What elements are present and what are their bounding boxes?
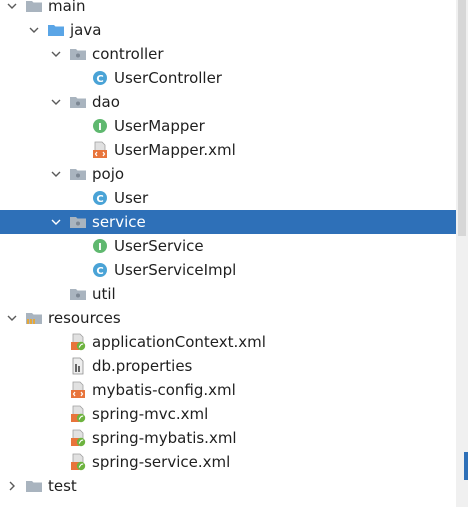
tree-row-label: UserMapper bbox=[114, 117, 205, 135]
tree-row-usercontroller[interactable]: C UserController bbox=[0, 66, 468, 90]
tree-row-applicationcontext-xml[interactable]: applicationContext.xml bbox=[0, 330, 468, 354]
tree-row-label: controller bbox=[92, 45, 164, 63]
tree-row-label: UserService bbox=[114, 237, 204, 255]
tree-row-label: util bbox=[92, 285, 116, 303]
tree-row-label: UserController bbox=[114, 69, 222, 87]
svg-text:C: C bbox=[96, 266, 103, 277]
package-icon bbox=[69, 165, 87, 183]
tree-row-usermapper-xml[interactable]: UserMapper.xml bbox=[0, 138, 468, 162]
package-icon bbox=[69, 93, 87, 111]
tree-row-dao[interactable]: dao bbox=[0, 90, 468, 114]
tree-row-label: spring-service.xml bbox=[92, 453, 231, 471]
spring-xml-icon bbox=[69, 429, 87, 447]
tree-row-pojo[interactable]: pojo bbox=[0, 162, 468, 186]
folder-icon bbox=[25, 0, 43, 15]
package-icon bbox=[69, 213, 87, 231]
gutter-marker bbox=[464, 452, 468, 480]
xml-file-icon bbox=[69, 381, 87, 399]
interface-icon: I bbox=[91, 117, 109, 135]
tree-row-usermapper[interactable]: I UserMapper bbox=[0, 114, 468, 138]
tree-row-userserviceimpl[interactable]: C UserServiceImpl bbox=[0, 258, 468, 282]
tree-row-spring-mvc-xml[interactable]: spring-mvc.xml bbox=[0, 402, 468, 426]
project-tree: main java controller C UserController da… bbox=[0, 0, 474, 507]
svg-text:C: C bbox=[96, 74, 103, 85]
tree-row-db-properties[interactable]: db.properties bbox=[0, 354, 468, 378]
tree-row-label: db.properties bbox=[92, 357, 193, 375]
tree-row-spring-service-xml[interactable]: spring-service.xml bbox=[0, 450, 468, 474]
chevron-down-icon[interactable] bbox=[27, 23, 41, 37]
tree-row-label: applicationContext.xml bbox=[92, 333, 266, 351]
properties-file-icon bbox=[69, 357, 87, 375]
tree-row-resources[interactable]: resources bbox=[0, 306, 468, 330]
chevron-down-icon[interactable] bbox=[49, 215, 63, 229]
tree-row-label: mybatis-config.xml bbox=[92, 381, 236, 399]
tree-row-test[interactable]: test bbox=[0, 474, 468, 498]
tree-row-label: main bbox=[48, 0, 86, 15]
spring-xml-icon bbox=[69, 453, 87, 471]
tree-row-label: UserServiceImpl bbox=[114, 261, 237, 279]
folder-icon bbox=[25, 477, 43, 495]
svg-text:C: C bbox=[96, 194, 103, 205]
xml-file-icon bbox=[91, 141, 109, 159]
tree-row-service[interactable]: service bbox=[0, 210, 468, 234]
tree-row-util[interactable]: util bbox=[0, 282, 468, 306]
tree-row-label: spring-mybatis.xml bbox=[92, 429, 237, 447]
tree-row-controller[interactable]: controller bbox=[0, 42, 468, 66]
chevron-down-icon[interactable] bbox=[5, 311, 19, 325]
tree-row-main[interactable]: main bbox=[0, 0, 468, 18]
tree-row-label: pojo bbox=[92, 165, 125, 183]
tree-row-user[interactable]: C User bbox=[0, 186, 468, 210]
tree-row-label: java bbox=[70, 21, 102, 39]
tree-row-label: resources bbox=[48, 309, 121, 327]
tree-row-label: dao bbox=[92, 93, 120, 111]
resources-folder-icon bbox=[25, 309, 43, 327]
class-icon: C bbox=[91, 189, 109, 207]
tree-row-spring-mybatis-xml[interactable]: spring-mybatis.xml bbox=[0, 426, 468, 450]
tree-row-label: UserMapper.xml bbox=[114, 141, 236, 159]
tree-row-label: User bbox=[114, 189, 149, 207]
tree-row-userservice[interactable]: I UserService bbox=[0, 234, 468, 258]
tree-row-mybatis-config-xml[interactable]: mybatis-config.xml bbox=[0, 378, 468, 402]
svg-text:I: I bbox=[98, 122, 102, 133]
tree-row-label: test bbox=[48, 477, 77, 495]
scrollbar-thumb[interactable] bbox=[458, 0, 466, 236]
chevron-down-icon[interactable] bbox=[5, 0, 19, 13]
chevron-down-icon[interactable] bbox=[49, 167, 63, 181]
package-icon bbox=[69, 45, 87, 63]
chevron-right-icon[interactable] bbox=[5, 479, 19, 493]
class-icon: C bbox=[91, 261, 109, 279]
source-folder-icon bbox=[47, 21, 65, 39]
tree-row-label: service bbox=[92, 213, 146, 231]
class-icon: C bbox=[91, 69, 109, 87]
interface-icon: I bbox=[91, 237, 109, 255]
spring-xml-icon bbox=[69, 333, 87, 351]
svg-text:I: I bbox=[98, 242, 102, 253]
tree-row-java[interactable]: java bbox=[0, 18, 468, 42]
package-icon bbox=[69, 285, 87, 303]
chevron-down-icon[interactable] bbox=[49, 47, 63, 61]
tree-row-label: spring-mvc.xml bbox=[92, 405, 209, 423]
spring-xml-icon bbox=[69, 405, 87, 423]
chevron-down-icon[interactable] bbox=[49, 95, 63, 109]
